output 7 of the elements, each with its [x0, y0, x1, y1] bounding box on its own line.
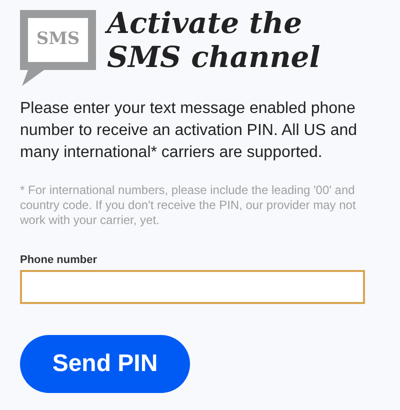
field-label: Phone number — [20, 253, 98, 268]
icon-label: SMS — [35, 28, 81, 52]
phone-input-field[interactable] — [20, 270, 365, 304]
footnote-text: * For international numbers, please include the leading '00' and country code. If you don't receive the PIN, our provider may not work with your carrier, yet. — [20, 183, 357, 228]
intro-text: Please enter your text message enabled phone number to receive an activation PIN. All US and many international* carriers are supported. — [20, 99, 358, 163]
send-pin-button[interactable]: Send PIN — [20, 334, 190, 392]
page-title: Activate the SMS channel — [107, 6, 369, 74]
